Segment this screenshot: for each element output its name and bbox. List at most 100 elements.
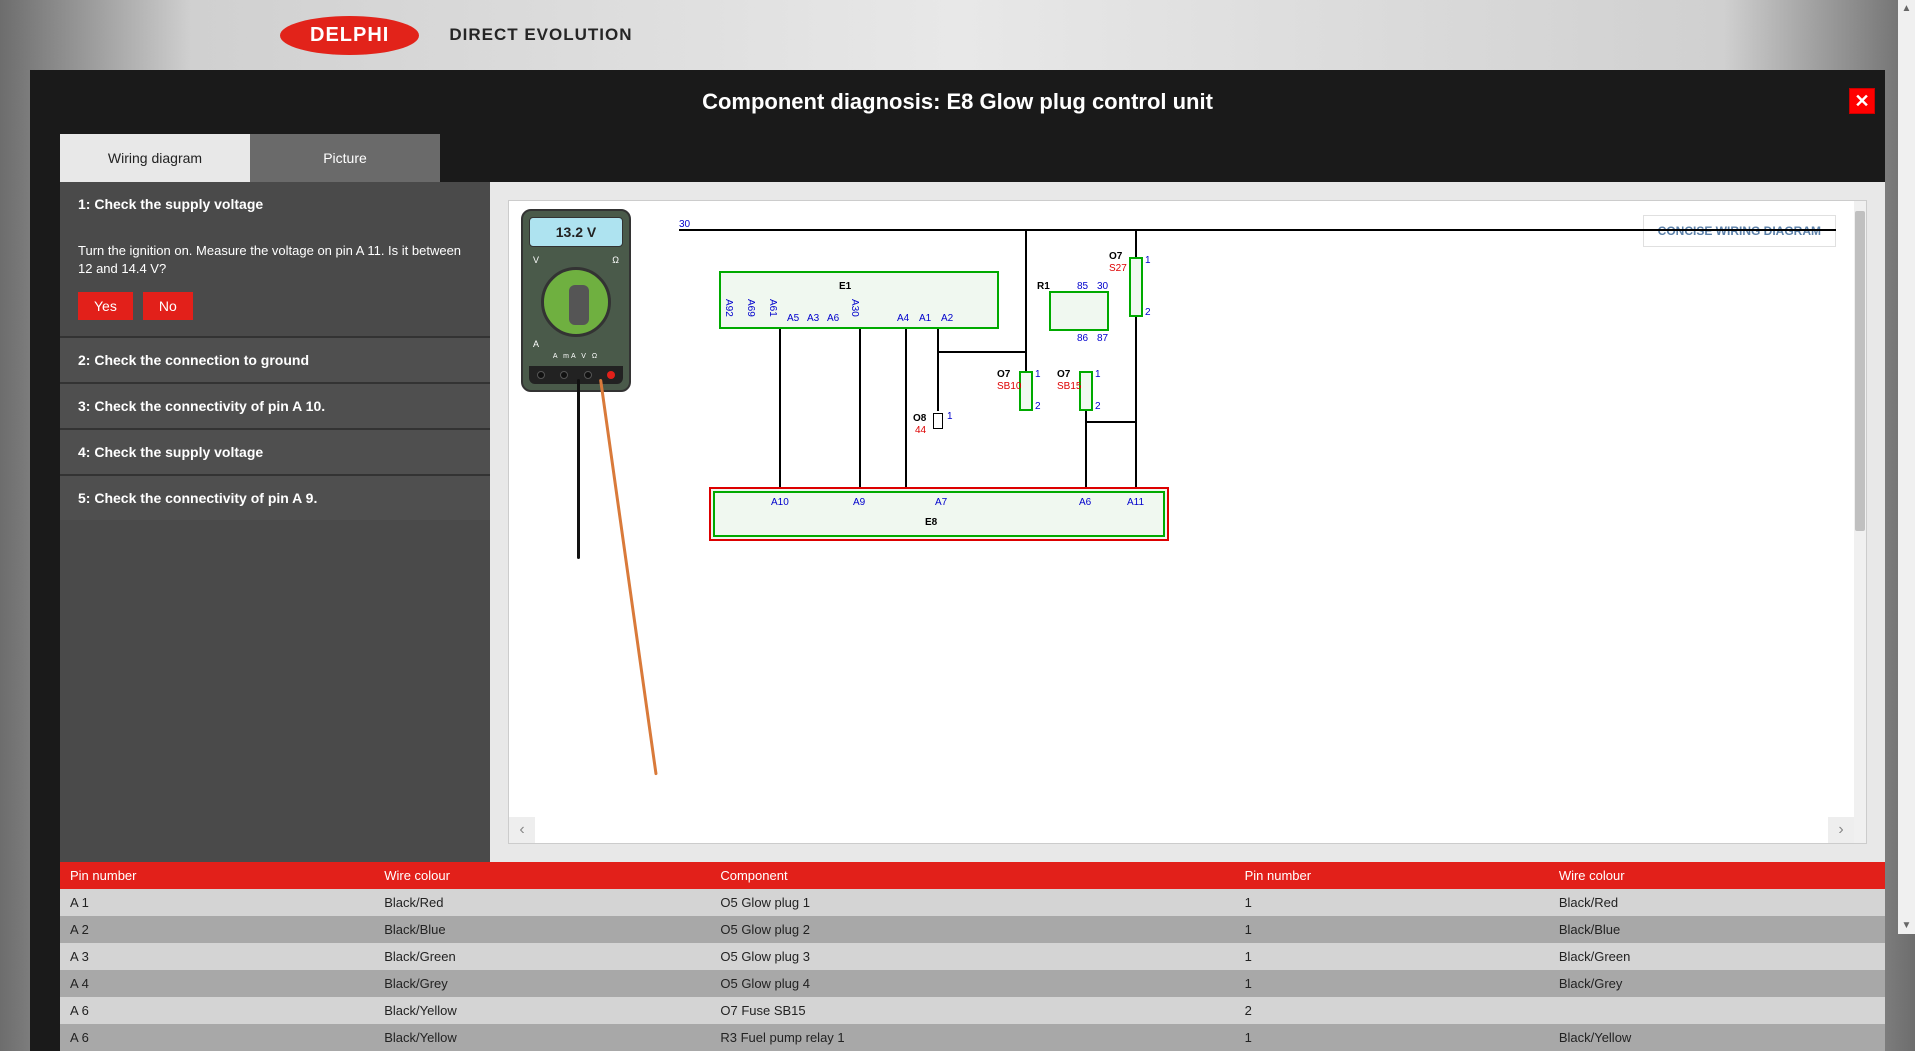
brand-logo: DELPHI (280, 16, 419, 55)
tab-wiring-diagram[interactable]: Wiring diagram (60, 134, 250, 182)
multimeter-mode-labels: V Ω (529, 253, 623, 267)
table-row[interactable]: A 6Black/YellowR3 Fuel pump relay 11Blac… (60, 1024, 1885, 1051)
table-cell: Black/Grey (1549, 970, 1885, 997)
sch-sb10-1: 1 (1035, 369, 1041, 380)
table-row[interactable]: A 1Black/RedO5 Glow plug 11Black/Red (60, 889, 1885, 916)
table-row[interactable]: A 6Black/YellowO7 Fuse SB152 (60, 997, 1885, 1024)
table-cell: Black/Grey (374, 970, 710, 997)
brand-tagline: DIRECT EVOLUTION (449, 25, 632, 45)
table-cell: Black/Yellow (374, 997, 710, 1024)
probe-black (577, 379, 580, 559)
sch-e8-a11: A11 (1127, 497, 1144, 508)
yes-button[interactable]: Yes (78, 292, 133, 320)
close-button[interactable]: ✕ (1849, 88, 1875, 114)
table-cell: A 6 (60, 997, 374, 1024)
step-1-question: Turn the ignition on. Measure the voltag… (78, 242, 472, 278)
table-cell: 1 (1235, 943, 1549, 970)
table-cell: A 2 (60, 916, 374, 943)
table-cell: R3 Fuel pump relay 1 (710, 1024, 1234, 1051)
table-cell: O5 Glow plug 2 (710, 916, 1234, 943)
diagram-vertical-scrollbar[interactable] (1854, 201, 1866, 843)
mm-port-a (537, 371, 545, 379)
table-row[interactable]: A 4Black/GreyO5 Glow plug 41Black/Grey (60, 970, 1885, 997)
diagram-scroll-thumb[interactable] (1855, 211, 1865, 531)
table-cell: 2 (1235, 997, 1549, 1024)
sch-h-1 (937, 351, 1027, 353)
table-row[interactable]: A 3Black/GreenO5 Glow plug 31Black/Green (60, 943, 1885, 970)
mm-port-com (584, 371, 592, 379)
mm-port-ma (560, 371, 568, 379)
header: DELPHI DIRECT EVOLUTION (0, 0, 1915, 70)
sch-e8-a6: A6 (1079, 497, 1091, 508)
mm-port-v (607, 371, 615, 379)
table-cell: Black/Green (1549, 943, 1885, 970)
table-header-row: Pin number Wire colour Component Pin num… (60, 862, 1885, 889)
tabs: Wiring diagram Picture (60, 134, 1885, 182)
step-1[interactable]: 1: Check the supply voltage (60, 182, 490, 226)
content: 1: Check the supply voltage Turn the ign… (60, 182, 1885, 862)
pin-table: Pin number Wire colour Component Pin num… (60, 862, 1885, 1051)
sch-r1-box (1049, 291, 1109, 331)
sch-sb15-2: 2 (1095, 401, 1101, 412)
diagram-scroll-left[interactable]: ‹ (509, 817, 535, 843)
table-cell: 1 (1235, 916, 1549, 943)
sch-e1-a6: A6 (827, 313, 839, 324)
table-cell: O5 Glow plug 4 (710, 970, 1234, 997)
diagram-scroll-right[interactable]: › (1828, 817, 1854, 843)
mm-ohm-label: Ω (612, 255, 619, 265)
sch-e8-label: E8 (925, 517, 937, 528)
table-row[interactable]: A 2Black/BlueO5 Glow plug 21Black/Blue (60, 916, 1885, 943)
table-cell: O5 Glow plug 1 (710, 889, 1234, 916)
multimeter-reading: 13.2 V (529, 217, 623, 247)
sch-e1-label: E1 (839, 281, 851, 292)
step-3[interactable]: 3: Check the connectivity of pin A 10. (60, 382, 490, 428)
wiring-schematic[interactable]: 30 E1 A92 A69 A61 A5 A3 A6 A30 A4 A1 A2 … (679, 221, 1836, 561)
window-scrollbar[interactable]: ▲ ▼ (1898, 0, 1915, 934)
answer-buttons: Yes No (78, 292, 472, 320)
sch-v-4 (937, 329, 939, 411)
tab-picture[interactable]: Picture (250, 134, 440, 182)
sch-v-6 (1135, 317, 1137, 491)
title-row: Component diagnosis: E8 Glow plug contro… (30, 70, 1885, 134)
table-cell: A 1 (60, 889, 374, 916)
sch-sb10: SB10 (997, 381, 1021, 392)
multimeter-ports (529, 366, 623, 384)
sch-e1-a92: A92 (723, 299, 734, 317)
scroll-down-icon[interactable]: ▼ (1898, 917, 1915, 934)
sch-o8-1: 1 (947, 411, 953, 422)
step-2[interactable]: 2: Check the connection to ground (60, 336, 490, 382)
sch-v-1 (779, 329, 781, 491)
sch-s27: S27 (1109, 263, 1127, 274)
multimeter-a-label: A (529, 337, 623, 351)
sch-e1-a61: A61 (767, 299, 778, 317)
sch-e1-a5: A5 (787, 313, 799, 324)
step-1-body: Turn the ignition on. Measure the voltag… (60, 226, 490, 336)
sch-s27-1: 1 (1145, 255, 1151, 266)
th-wire1: Wire colour (374, 862, 710, 889)
th-pin1: Pin number (60, 862, 374, 889)
sch-e1-a4: A4 (897, 313, 909, 324)
sch-e1-a1: A1 (919, 313, 931, 324)
sch-r1-86: 86 (1077, 333, 1088, 344)
sch-e1-a3: A3 (807, 313, 819, 324)
sch-v-7 (1135, 229, 1137, 257)
table-cell: O7 Fuse SB15 (710, 997, 1234, 1024)
scroll-up-icon[interactable]: ▲ (1898, 0, 1915, 17)
table-cell: 1 (1235, 970, 1549, 997)
no-button[interactable]: No (143, 292, 193, 320)
step-5[interactable]: 5: Check the connectivity of pin A 9. (60, 474, 490, 520)
close-icon: ✕ (1854, 91, 1869, 112)
sch-h-2 (1085, 421, 1137, 423)
table-cell: 1 (1235, 889, 1549, 916)
sch-o7-sb15: O7 (1057, 369, 1070, 380)
th-component: Component (710, 862, 1234, 889)
sch-o7-s27-box (1129, 257, 1143, 317)
sch-e1-a30: A30 (849, 299, 860, 317)
sch-sb15-1: 1 (1095, 369, 1101, 380)
table-cell: Black/Green (374, 943, 710, 970)
multimeter-dial[interactable] (541, 267, 611, 337)
sch-v-8 (1025, 229, 1027, 371)
sch-o8-44: 44 (915, 425, 926, 436)
step-4[interactable]: 4: Check the supply voltage (60, 428, 490, 474)
scroll-track[interactable] (1898, 17, 1915, 917)
